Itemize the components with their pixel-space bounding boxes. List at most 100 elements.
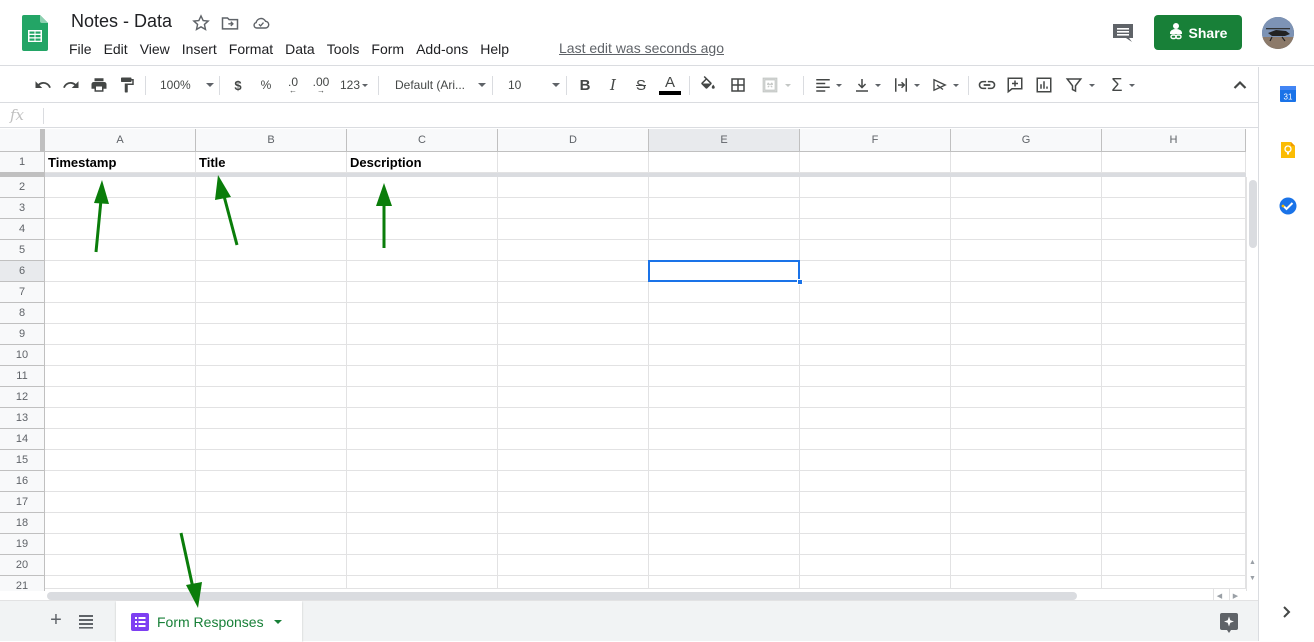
all-sheets-list-icon[interactable] [76,611,96,631]
cell-f13[interactable] [800,408,951,429]
cell-a9[interactable] [45,324,196,345]
cell-g14[interactable] [951,429,1102,450]
font-family-select[interactable]: Default (Ari... [390,67,486,103]
cell-b9[interactable] [196,324,347,345]
row-header-10[interactable]: 10 [0,345,45,366]
cell-g4[interactable] [951,219,1102,240]
row-header-12[interactable]: 12 [0,387,45,408]
comment-history-icon[interactable] [1111,22,1135,44]
freeze-rows-handle[interactable] [0,173,45,177]
cell-h5[interactable] [1102,240,1246,261]
cell-a20[interactable] [45,555,196,576]
menu-tools[interactable]: Tools [321,39,366,59]
cell-d17[interactable] [498,492,649,513]
cell-g13[interactable] [951,408,1102,429]
cell-a17[interactable] [45,492,196,513]
sheets-logo-icon[interactable] [22,15,48,51]
font-size-select[interactable]: 10 [502,67,560,103]
cell-h8[interactable] [1102,303,1246,324]
functions-button[interactable]: Σ [1106,67,1140,103]
last-edit-link[interactable]: Last edit was seconds ago [559,40,724,56]
cell-f20[interactable] [800,555,951,576]
cell-h16[interactable] [1102,471,1246,492]
cell-a12[interactable] [45,387,196,408]
cell-e11[interactable] [649,366,800,387]
cell-b8[interactable] [196,303,347,324]
horizontal-align-icon[interactable] [811,67,845,103]
cell-h6[interactable] [1102,261,1246,282]
cell-c6[interactable] [347,261,498,282]
cell-h17[interactable] [1102,492,1246,513]
cell-f7[interactable] [800,282,951,303]
fill-handle[interactable] [797,279,803,285]
cell-d9[interactable] [498,324,649,345]
cell-g17[interactable] [951,492,1102,513]
hide-menus-chevron-up-icon[interactable] [1229,67,1251,103]
cell-c9[interactable] [347,324,498,345]
cell-e19[interactable] [649,534,800,555]
cell-d13[interactable] [498,408,649,429]
horizontal-scroll-thumb[interactable] [47,592,1077,600]
cell-g10[interactable] [951,345,1102,366]
cell-c8[interactable] [347,303,498,324]
cell-f3[interactable] [800,198,951,219]
add-sheet-plus-icon[interactable]: + [46,610,66,631]
cell-h1[interactable] [1102,152,1246,173]
cell-a15[interactable] [45,450,196,471]
cell-d7[interactable] [498,282,649,303]
cell-g15[interactable] [951,450,1102,471]
row-header-21[interactable]: 21 [0,576,45,591]
cell-b12[interactable] [196,387,347,408]
cell-f17[interactable] [800,492,951,513]
cell-b14[interactable] [196,429,347,450]
cell-d14[interactable] [498,429,649,450]
insert-comment-icon[interactable] [1004,67,1026,103]
cell-e7[interactable] [649,282,800,303]
cell-c2[interactable] [347,177,498,198]
cell-d8[interactable] [498,303,649,324]
cell-b16[interactable] [196,471,347,492]
cell-d11[interactable] [498,366,649,387]
row-header-16[interactable]: 16 [0,471,45,492]
insert-chart-icon[interactable] [1033,67,1055,103]
cell-b18[interactable] [196,513,347,534]
star-icon[interactable] [191,13,211,33]
merge-cells-icon[interactable] [756,67,796,103]
vertical-scrollbar[interactable]: ▲ ▼ [1246,177,1258,591]
cell-g9[interactable] [951,324,1102,345]
cell-d15[interactable] [498,450,649,471]
strikethrough-button[interactable]: S [630,67,652,103]
insert-link-icon[interactable] [976,67,998,103]
sheet-tab-form-responses[interactable]: Form Responses [116,601,302,642]
cell-a16[interactable] [45,471,196,492]
row-header-15[interactable]: 15 [0,450,45,471]
cell-c13[interactable] [347,408,498,429]
expand-panel-chevron-right-icon[interactable] [1281,605,1293,619]
cell-g11[interactable] [951,366,1102,387]
text-rotation-icon[interactable] [928,67,962,103]
row-header-3[interactable]: 3 [0,198,45,219]
cell-e16[interactable] [649,471,800,492]
cell-c3[interactable] [347,198,498,219]
cell-e15[interactable] [649,450,800,471]
cell-f18[interactable] [800,513,951,534]
cell-f11[interactable] [800,366,951,387]
row-header-18[interactable]: 18 [0,513,45,534]
menu-file[interactable]: File [63,39,98,59]
cell-d10[interactable] [498,345,649,366]
cell-e10[interactable] [649,345,800,366]
cell-a13[interactable] [45,408,196,429]
menu-addons[interactable]: Add-ons [410,39,474,59]
cell-d4[interactable] [498,219,649,240]
cell-b15[interactable] [196,450,347,471]
cell-c4[interactable] [347,219,498,240]
cell-f2[interactable] [800,177,951,198]
cell-f1[interactable] [800,152,951,173]
cell-a7[interactable] [45,282,196,303]
cell-e13[interactable] [649,408,800,429]
row-header-17[interactable]: 17 [0,492,45,513]
column-header-c[interactable]: C [347,129,498,152]
cell-h7[interactable] [1102,282,1246,303]
move-to-folder-icon[interactable] [220,13,240,33]
column-header-e[interactable]: E [649,129,800,152]
